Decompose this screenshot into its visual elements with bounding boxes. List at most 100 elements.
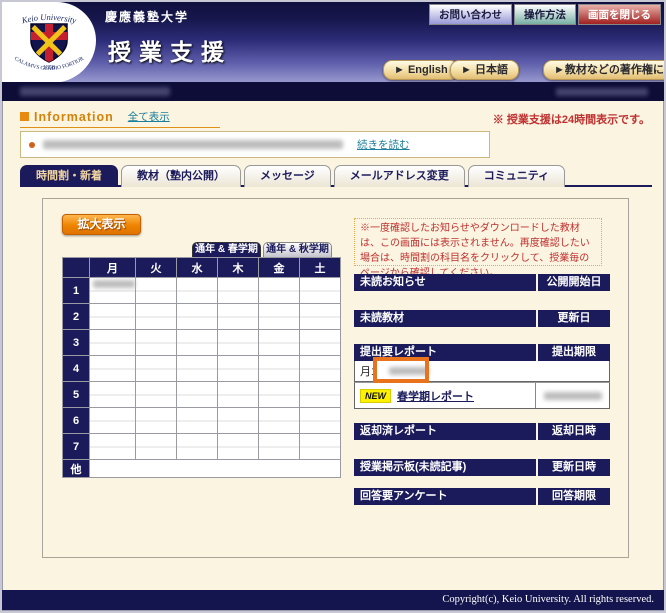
timetable-cell — [177, 278, 218, 304]
redacted-datetime — [556, 88, 648, 96]
timetable-cell — [259, 408, 300, 434]
timetable-cell — [90, 330, 136, 356]
tab-email-change[interactable]: メールアドレス変更 — [334, 165, 465, 187]
main-tabs: 時間割・新着 教材（塾内公開） メッセージ メールアドレス変更 コミュニティ — [20, 165, 565, 187]
show-all-link[interactable]: 全て表示 — [128, 109, 170, 124]
unread-materials-date-label: 更新日 — [538, 310, 610, 327]
period-label-3: 3 — [63, 330, 90, 356]
period-label-2: 2 — [63, 304, 90, 330]
read-more-link[interactable]: 続きを読む — [357, 137, 410, 152]
header-utility-buttons: お問い合わせ 操作方法 画面を閉じる — [429, 4, 661, 25]
page-header: 慶應義塾大学 授業支援 お問い合わせ 操作方法 画面を閉じる ► English… — [2, 2, 664, 82]
section-returned-reports: 返却済レポート 返却日時 — [354, 423, 610, 440]
period-label-7: 7 — [63, 434, 90, 460]
timetable-cell — [300, 330, 341, 356]
timetable-cell — [90, 304, 136, 330]
timetable-corner — [63, 258, 90, 278]
report-row-item: NEW 春学期レポート — [354, 382, 610, 409]
timetable-cell — [90, 382, 136, 408]
howto-button[interactable]: 操作方法 — [514, 4, 576, 25]
timetable-cell — [300, 434, 341, 460]
section-unread-news: 未読お知らせ 公開開始日 — [354, 274, 610, 291]
period-label-6: 6 — [63, 408, 90, 434]
section-class-board: 授業掲示板(未読記事) 更新日時 — [354, 459, 610, 476]
timetable-cell — [177, 434, 218, 460]
user-status-bar — [2, 82, 664, 101]
24h-notice: ※ 授業支援は24時間表示です。 — [493, 111, 650, 127]
timetable-cell — [259, 330, 300, 356]
timetable-cell — [259, 278, 300, 304]
returned-reports-date-label: 返却日時 — [538, 423, 610, 440]
timetable-other-row — [90, 460, 341, 478]
day-header-wed: 水 — [177, 258, 218, 278]
tab-messages[interactable]: メッセージ — [244, 165, 331, 187]
period-label-4: 4 — [63, 356, 90, 382]
confirmation-notice: ※一度確認したお知らせやダウンロードした教材は、この画面には表示されません。再度… — [354, 218, 602, 266]
period-label-other: 他 — [63, 460, 90, 478]
day-header-thu: 木 — [218, 258, 259, 278]
copyright-info-button[interactable]: ►教材などの著作権について — [543, 60, 666, 80]
tab-timetable-new[interactable]: 時間割・新着 — [20, 165, 118, 187]
close-window-button[interactable]: 画面を閉じる — [578, 4, 661, 25]
season-tab-spring[interactable]: 通年 & 春学期 — [192, 242, 261, 257]
annotation-highlight-box — [373, 357, 429, 383]
tab-materials[interactable]: 教材（塾内公開） — [121, 165, 241, 187]
timetable-cell — [218, 408, 259, 434]
returned-reports-title: 返却済レポート — [354, 423, 536, 440]
expand-view-button[interactable]: 拡大表示 — [62, 214, 141, 235]
timetable-cell — [218, 382, 259, 408]
redacted-due-date — [544, 392, 602, 400]
timetable-cell — [177, 408, 218, 434]
season-tab-fall[interactable]: 通年 & 秋学期 — [263, 242, 332, 257]
section-unread-materials: 未読教材 更新日 — [354, 310, 610, 327]
timetable-cell — [259, 304, 300, 330]
timetable-cell — [300, 408, 341, 434]
information-square-icon — [20, 112, 29, 121]
information-notice-box: 続きを読む — [20, 131, 490, 158]
timetable-cell — [136, 434, 177, 460]
app-window: 慶應義塾大学 授業支援 お問い合わせ 操作方法 画面を閉じる ► English… — [0, 0, 666, 613]
bullet-icon — [29, 142, 35, 148]
unread-materials-title: 未読教材 — [354, 310, 536, 327]
section-surveys: 回答要アンケート 回答期限 — [354, 488, 610, 505]
japanese-button[interactable]: ► 日本語 — [450, 60, 519, 80]
report-item-left: NEW 春学期レポート — [355, 383, 536, 408]
timetable-cell — [136, 330, 177, 356]
timetable-grid: 月 火 水 木 金 土 1 2 3 4 5 — [62, 257, 341, 478]
period-label-5: 5 — [63, 382, 90, 408]
timetable-cell — [300, 356, 341, 382]
timetable-cell — [218, 304, 259, 330]
report-link[interactable]: 春学期レポート — [397, 388, 474, 404]
timetable-cell — [177, 382, 218, 408]
redacted-username — [20, 87, 170, 96]
timetable-cell — [218, 434, 259, 460]
class-board-title: 授業掲示板(未読記事) — [354, 459, 536, 476]
timetable-cell — [90, 434, 136, 460]
english-button[interactable]: ► English — [383, 60, 459, 80]
tab-community[interactable]: コミュニティ — [468, 165, 565, 187]
timetable-cell — [259, 382, 300, 408]
timetable-cell — [136, 356, 177, 382]
day-header-mon: 月 — [90, 258, 136, 278]
redacted-notice-text — [43, 140, 343, 149]
information-title: Information — [34, 110, 114, 124]
redacted-course-name[interactable] — [93, 280, 135, 288]
timetable-cell — [177, 356, 218, 382]
unread-news-title: 未読お知らせ — [354, 274, 536, 291]
new-badge: NEW — [360, 389, 391, 403]
day-header-sat: 土 — [300, 258, 341, 278]
keio-shield-icon: Keio University 1858 CALAMVS GLADIO FORT… — [2, 2, 96, 83]
timetable-cell-mon-1[interactable] — [90, 278, 136, 304]
timetable-cell — [218, 330, 259, 356]
day-header-fri: 金 — [259, 258, 300, 278]
report-item-deadline — [536, 383, 609, 408]
period-label-1: 1 — [63, 278, 90, 304]
timetable-cell — [177, 304, 218, 330]
university-name: 慶應義塾大学 — [105, 8, 189, 25]
timetable-cell — [300, 382, 341, 408]
class-board-date-label: 更新日時 — [538, 459, 610, 476]
contact-button[interactable]: お問い合わせ — [429, 4, 512, 25]
timetable-cell — [136, 304, 177, 330]
timetable-cell — [218, 278, 259, 304]
information-heading: Information 全て表示 — [20, 109, 220, 128]
